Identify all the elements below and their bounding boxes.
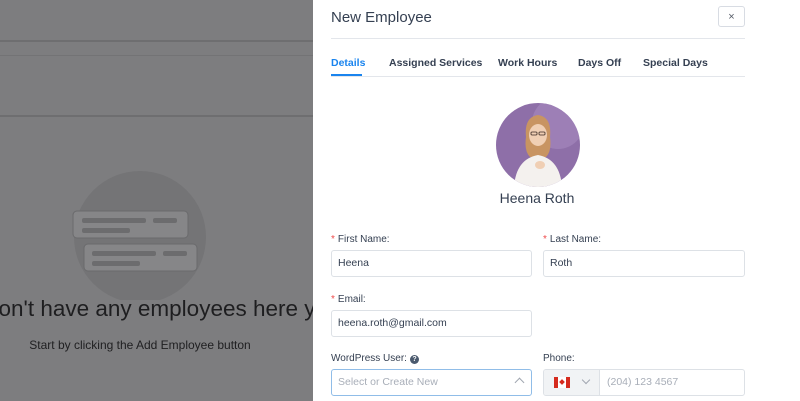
header-divider xyxy=(331,38,745,39)
help-icon[interactable]: ? xyxy=(409,355,419,364)
required-mark: * xyxy=(331,234,335,245)
phone-label: Phone: xyxy=(543,353,575,364)
email-label: * Email: xyxy=(331,294,366,305)
empty-state-subtitle: Start by clicking the Add Employee butto… xyxy=(29,338,251,352)
phone-field[interactable]: (204) 123 4567 xyxy=(543,369,745,396)
first-name-field[interactable]: Heena xyxy=(331,250,532,277)
country-select[interactable] xyxy=(544,370,600,395)
required-mark: * xyxy=(331,294,335,305)
wordpress-user-select[interactable]: Select or Create New xyxy=(331,369,532,396)
last-name-label: * Last Name: xyxy=(543,234,601,245)
tab-assigned-services[interactable]: Assigned Services xyxy=(389,57,482,69)
avatar[interactable] xyxy=(496,103,580,187)
first-name-label-text: First Name: xyxy=(337,234,390,245)
wordpress-user-placeholder: Select or Create New xyxy=(338,376,438,388)
phone-placeholder: (204) 123 4567 xyxy=(607,376,679,388)
drawer-title: New Employee xyxy=(331,9,432,26)
required-mark: * xyxy=(543,234,547,245)
email-field[interactable]: heena.roth@gmail.com xyxy=(331,310,532,337)
tab-details[interactable]: Details xyxy=(331,57,365,69)
close-button[interactable]: × xyxy=(718,6,745,27)
canada-flag-icon xyxy=(554,377,570,388)
tab-days-off[interactable]: Days Off xyxy=(578,57,621,69)
employee-name: Heena Roth xyxy=(499,190,575,206)
background-page: don't have any employees here yet. Start… xyxy=(0,0,341,401)
new-employee-drawer: New Employee × Details Assigned Services… xyxy=(313,0,800,401)
tab-special-days[interactable]: Special Days xyxy=(643,57,708,69)
empty-state-title: don't have any employees here yet. xyxy=(0,296,341,321)
chevron-down-icon xyxy=(581,375,591,385)
tab-work-hours[interactable]: Work Hours xyxy=(498,57,557,69)
first-name-label: * First Name: xyxy=(331,234,390,245)
wordpress-user-label: WordPress User:? xyxy=(331,353,419,364)
last-name-label-text: Last Name: xyxy=(549,234,602,245)
employee-photo-icon xyxy=(496,103,580,187)
chevron-up-icon xyxy=(514,377,525,388)
last-name-field[interactable]: Roth xyxy=(543,250,745,277)
empty-state-illustration-icon xyxy=(72,171,206,300)
wordpress-user-label-text: WordPress User: xyxy=(331,353,407,364)
email-label-text: Email: xyxy=(337,294,366,305)
tab-bar: Details Assigned Services Work Hours Day… xyxy=(331,55,745,77)
active-tab-indicator xyxy=(331,74,362,76)
